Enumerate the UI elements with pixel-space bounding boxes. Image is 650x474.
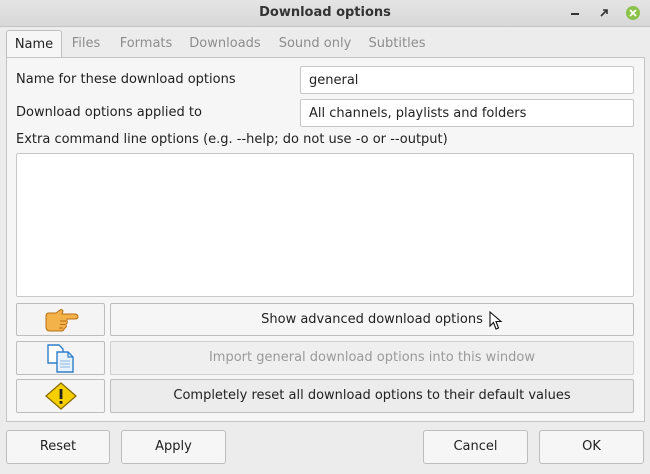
import-general-button[interactable]: Import general download options into thi… [110,341,634,375]
show-advanced-icon-button[interactable] [16,303,105,336]
close-icon [626,6,640,20]
tab-files[interactable]: Files [66,30,106,57]
applied-to-label: Download options applied to [16,105,202,120]
name-label: Name for these download options [16,72,236,87]
reset-all-button[interactable]: Completely reset all download options to… [110,379,634,413]
reset-button[interactable]: Reset [6,430,110,464]
download-options-window: Download options Name Files Formats Down… [0,0,650,474]
cancel-button[interactable]: Cancel [423,430,528,464]
title-bar[interactable]: Download options [0,0,650,27]
tab-downloads[interactable]: Downloads [186,30,264,57]
import-general-icon-button[interactable] [16,341,105,375]
applied-to-field[interactable]: All channels, playlists and folders [300,99,634,127]
tab-sound-only[interactable]: Sound only [274,30,356,57]
minimize-button[interactable] [565,3,585,23]
window-title: Download options [259,5,391,20]
tab-formats[interactable]: Formats [114,30,178,57]
copy-documents-icon [46,344,74,373]
maximize-icon [600,9,608,17]
show-advanced-button[interactable]: Show advanced download options [110,303,634,336]
apply-button[interactable]: Apply [121,430,226,464]
reset-all-icon-button[interactable] [16,379,105,413]
ok-button[interactable]: OK [539,430,644,464]
mouse-cursor-icon [489,311,503,330]
close-button[interactable] [623,3,643,23]
name-input[interactable]: general [300,66,634,94]
extra-options-label: Extra command line options (e.g. --help;… [16,132,448,147]
warning-icon [44,382,77,410]
tab-subtitles[interactable]: Subtitles [366,30,428,57]
extra-options-textarea[interactable] [16,153,634,297]
maximize-button[interactable] [594,3,614,23]
tab-name[interactable]: Name [6,30,62,59]
minimize-icon [571,13,579,15]
pointing-hand-icon [45,308,79,331]
